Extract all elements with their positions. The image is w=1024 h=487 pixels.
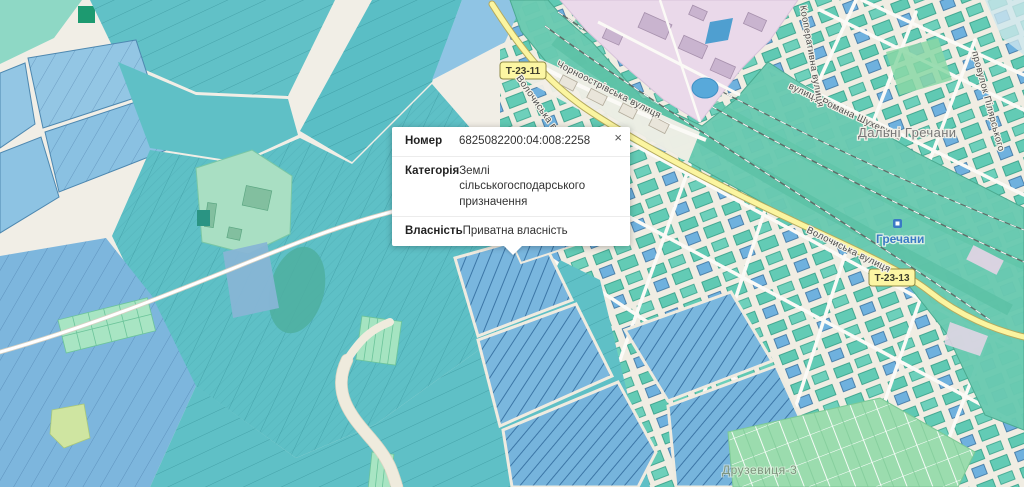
popup-field-label: Номер	[405, 135, 443, 147]
dark-green-plot	[78, 6, 95, 23]
popup-field-value: Землі сільськогосподарського призначення	[459, 164, 586, 208]
popup-field-label: Власність	[405, 225, 463, 238]
place-label-dalni-hrechany: Дальні Гречани	[858, 125, 956, 140]
popup-row-category: Категорія Землі сільськогосподарського п…	[392, 155, 630, 217]
popup-close-button[interactable]: ×	[612, 129, 624, 147]
popup-row-number: Номер 6825082200:04:008:2258	[392, 127, 630, 156]
road-badge-2-label: Т-23-13	[874, 273, 909, 284]
place-label-hrechany-station: Гречани	[876, 232, 924, 246]
popup-field-value: Приватна власність	[462, 225, 568, 238]
place-label-druzhevytsia: Друзевиця-3	[722, 463, 797, 477]
popup-field-label: Категорія	[405, 164, 460, 177]
popup-field-value: 6825082200:04:008:2258	[459, 135, 591, 147]
parcel-info-popup: × Номер 6825082200:04:008:2258 Категорія…	[392, 127, 630, 246]
pond	[691, 77, 719, 99]
road-badge-2: Т-23-13	[868, 268, 916, 287]
popup-row-ownership: Власність Приватна власність	[392, 216, 630, 246]
cadastre-map-app: Т-23-11 Т-23-13 Волочиська вулиця Чорноо…	[0, 0, 1024, 487]
station-icon-dot	[895, 221, 900, 226]
